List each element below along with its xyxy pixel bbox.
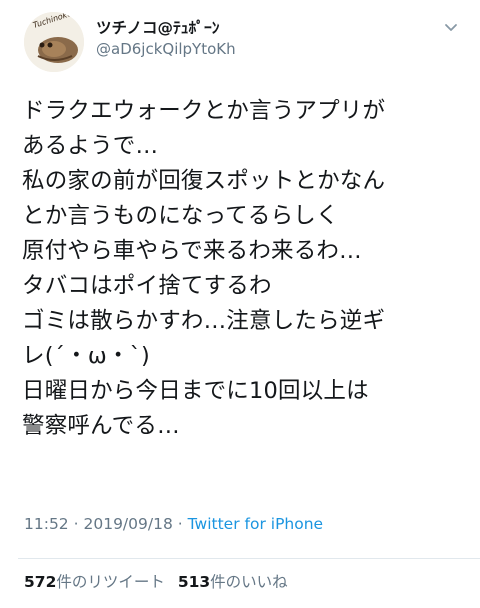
- tweet-metadata: 11:52 · 2019/09/18 · Twitter for iPhone: [24, 515, 323, 533]
- tweet-line: 私の家の前が回復スポットとかなん: [22, 168, 386, 194]
- like-count: 513: [177, 573, 211, 591]
- meta-separator: ·: [177, 515, 183, 533]
- divider: [18, 558, 480, 559]
- likes-stat[interactable]: 513件のいいね: [178, 573, 288, 591]
- avatar-illustration: Tuchinoko: [24, 12, 84, 72]
- retweets-stat[interactable]: 572件のリツイート: [24, 573, 165, 591]
- tweet-line: ドラクエウォークとか言うアプリが: [22, 98, 386, 124]
- tweet-line: 日曜日から今日までに10回以上は: [22, 378, 369, 404]
- retweet-count: 572: [24, 573, 57, 591]
- tweet-line: レ(´・ω・`): [22, 343, 150, 369]
- tweet-line: とか言うものになってるらしく: [22, 203, 339, 229]
- display-name[interactable]: ツチノコ@ﾃｭﾎﾟｰﾝ: [96, 16, 220, 38]
- tweet-stats: 572件のリツイート 513件のいいね: [24, 570, 288, 592]
- tweet-source-link[interactable]: Twitter for iPhone: [188, 515, 323, 533]
- tweet-text: ドラクエウォークとか言うアプリが あるようで… 私の家の前が回復スポットとかなん…: [22, 94, 468, 444]
- tweet-date[interactable]: 2019/09/18: [83, 515, 172, 533]
- avatar[interactable]: Tuchinoko: [24, 12, 84, 72]
- tweet-line: 原付やら車やらで来るわ来るわ…: [22, 238, 362, 264]
- user-handle[interactable]: @aD6jckQilpYtoKh: [96, 40, 236, 58]
- tweet-time[interactable]: 11:52: [24, 515, 69, 533]
- retweet-label: 件のリツイート: [56, 573, 165, 591]
- tweet-line: 警察呼んでる…: [22, 413, 180, 439]
- like-label: 件のいいね: [210, 573, 288, 591]
- tweet-line: ゴミは散らかすわ…注意したら逆ギ: [22, 308, 386, 334]
- chevron-down-icon: [445, 24, 457, 31]
- tweet-line: あるようで…: [22, 133, 159, 159]
- tweet-line: タバコはポイ捨てするわ: [22, 273, 272, 299]
- meta-separator: ·: [73, 515, 79, 533]
- more-options-button[interactable]: [442, 18, 460, 36]
